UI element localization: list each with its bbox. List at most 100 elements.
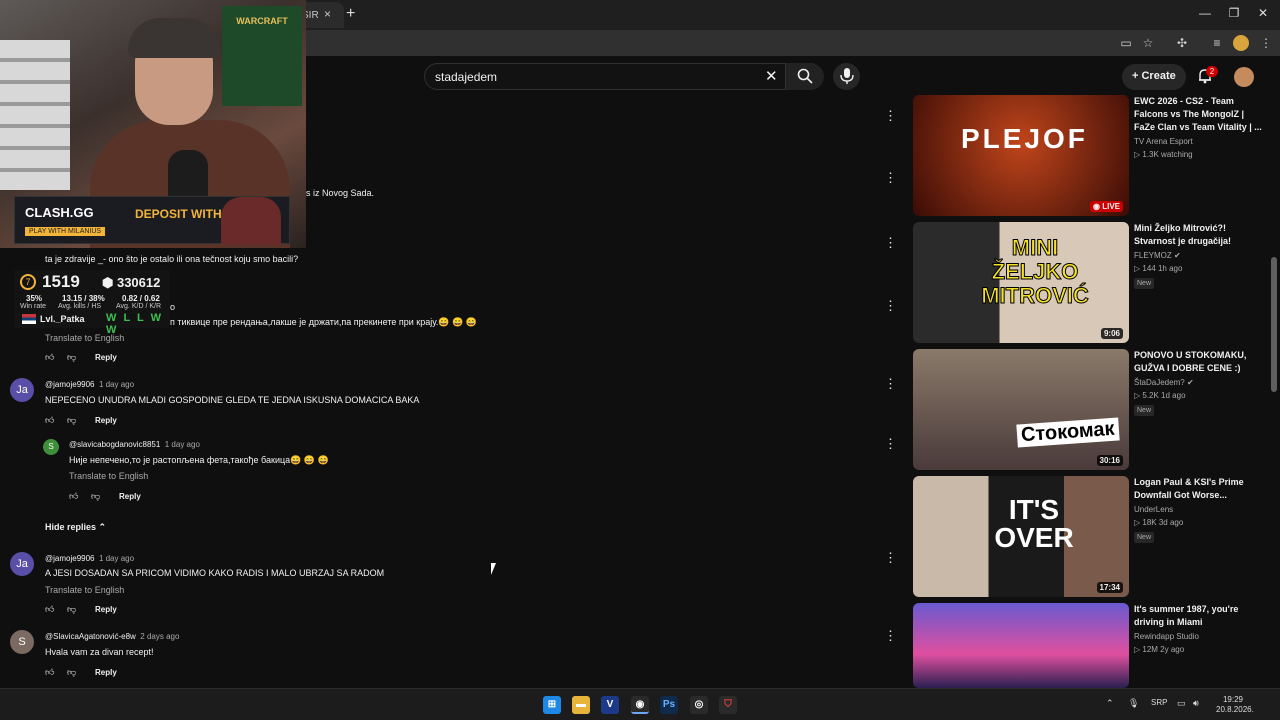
translate-link[interactable]: Translate to English: [69, 471, 148, 481]
language-indicator[interactable]: SRP: [1151, 698, 1167, 707]
tray-chevron-up-icon[interactable]: ⌃: [1106, 698, 1114, 709]
cast-icon[interactable]: ▭: [1118, 35, 1134, 51]
search-button[interactable]: [785, 63, 824, 90]
avatar[interactable]: S: [43, 439, 59, 455]
voice-search-button[interactable]: [833, 63, 860, 90]
shield-app-icon[interactable]: ⛉: [719, 696, 737, 714]
reply-button[interactable]: Reply: [95, 668, 117, 677]
hide-replies-button[interactable]: Hide replies ⌃: [45, 522, 106, 533]
video-title[interactable]: Mini Željko Mitrović?! Stvarnost je drug…: [1134, 222, 1264, 248]
video-thumbnail[interactable]: PLEJOF ◉ LIVE: [913, 95, 1129, 216]
more-options-icon[interactable]: ⋮: [884, 236, 897, 250]
verified-icon: ✔: [1186, 378, 1194, 387]
browser-menu-icon[interactable]: ⋮: [1258, 35, 1274, 51]
profile-icon[interactable]: [1233, 35, 1249, 51]
reply-button[interactable]: Reply: [95, 353, 117, 362]
like-icon[interactable]: 👍︎: [45, 415, 57, 427]
video-channel[interactable]: ŠtaDaJedem? ✔: [1134, 378, 1194, 387]
video-channel[interactable]: Rewindapp Studio: [1134, 632, 1199, 641]
scrollbar-thumb[interactable]: [1271, 257, 1277, 392]
new-tab-button[interactable]: +: [346, 5, 360, 23]
comment-author[interactable]: @SlavicaAgatonović-e8w: [45, 632, 136, 641]
hide-replies-label: Hide replies: [45, 522, 97, 532]
account-avatar[interactable]: [1234, 67, 1254, 87]
translate-link[interactable]: Translate to English: [45, 333, 124, 343]
duration-badge: 30:16: [1096, 455, 1123, 466]
volume-icon[interactable]: 🔊︎: [1193, 698, 1199, 709]
video-stats-value: 18K 3d ago: [1142, 518, 1184, 527]
avatar[interactable]: Ja: [10, 378, 34, 402]
like-icon[interactable]: 👍︎: [45, 352, 57, 364]
comment-time[interactable]: 1 day ago: [165, 440, 200, 449]
comment-time[interactable]: 1 day ago: [99, 380, 134, 389]
more-options-icon[interactable]: ⋮: [884, 171, 897, 185]
obs-icon[interactable]: ◎: [690, 696, 708, 714]
tray-microphone-icon[interactable]: 🎙︎: [1128, 698, 1139, 709]
translate-link[interactable]: Translate to English: [45, 585, 124, 595]
more-options-icon[interactable]: ⋮: [884, 109, 897, 123]
more-options-icon[interactable]: ⋮: [884, 437, 897, 451]
dislike-icon[interactable]: 👎︎: [91, 491, 103, 503]
create-button[interactable]: + Create: [1122, 64, 1186, 90]
dislike-icon[interactable]: 👎︎: [67, 667, 79, 679]
video-channel[interactable]: UnderLens: [1134, 505, 1173, 514]
video-title[interactable]: Logan Paul & KSI's Prime Downfall Got Wo…: [1134, 476, 1264, 502]
like-icon[interactable]: 👍︎: [69, 491, 81, 503]
media-icon[interactable]: ≡: [1209, 35, 1225, 51]
comment-meta: @SlavicaAgatonović-e8w 2 days ago: [45, 632, 179, 641]
search-input[interactable]: stadajedem: [435, 70, 497, 84]
dislike-icon[interactable]: 👎︎: [67, 415, 79, 427]
page-scrollbar[interactable]: [1270, 62, 1278, 687]
video-title[interactable]: EWC 2026 - CS2 - Team Falcons vs The Mon…: [1134, 95, 1264, 134]
stat-value: 13.15 / 38%: [62, 294, 105, 303]
more-options-icon[interactable]: ⋮: [884, 551, 897, 565]
live-badge: ◉ LIVE: [1090, 201, 1123, 212]
comment-time[interactable]: 2 days ago: [140, 632, 179, 641]
new-badge: New: [1134, 278, 1155, 289]
more-options-icon[interactable]: ⋮: [884, 377, 897, 391]
avatar[interactable]: S: [10, 630, 34, 654]
photoshop-icon[interactable]: Ps: [660, 696, 678, 714]
bookmark-star-icon[interactable]: ☆: [1140, 35, 1156, 51]
restore-button[interactable]: ❐: [1225, 6, 1243, 22]
network-icon[interactable]: ▭: [1177, 698, 1186, 709]
minimize-button[interactable]: —: [1196, 6, 1214, 22]
dislike-icon[interactable]: 👎︎: [67, 604, 79, 616]
thumbnail-text: IT'S OVER: [994, 494, 1074, 553]
chrome-icon[interactable]: ◉: [631, 696, 649, 714]
like-icon[interactable]: 👍︎: [45, 604, 57, 616]
reply-button[interactable]: Reply: [95, 416, 117, 425]
like-icon[interactable]: 👍︎: [45, 667, 57, 679]
extensions-icon[interactable]: ✣: [1174, 35, 1190, 51]
close-window-button[interactable]: ✕: [1254, 6, 1272, 22]
banner-character: [221, 197, 281, 245]
comment-text-partial: ta je zdravije _- ono što je ostalo ili …: [45, 254, 299, 264]
video-title[interactable]: PONOVO U STOKOMAKU, GUŽVA I DOBRE CENE :…: [1134, 349, 1264, 375]
video-thumbnail[interactable]: MINI ŽELJKO MITROVIĆ 9:06: [913, 222, 1129, 343]
comment-author[interactable]: @slavicabogdanovic8851: [69, 440, 160, 449]
comment-author[interactable]: @jamoje9906: [45, 380, 94, 389]
video-thumbnail[interactable]: [913, 603, 1129, 688]
more-options-icon[interactable]: ⋮: [884, 629, 897, 643]
more-options-icon[interactable]: ⋮: [884, 299, 897, 313]
v-app-icon[interactable]: V: [601, 696, 619, 714]
tab-close-icon[interactable]: ×: [324, 7, 331, 21]
search-box[interactable]: stadajedem ✕: [424, 63, 824, 90]
clear-search-icon[interactable]: ✕: [765, 67, 778, 85]
banner-deposit: DEPOSIT WITH: [135, 207, 222, 221]
comment-text: Hvala vam za divan recept!: [45, 647, 154, 657]
system-clock[interactable]: 19:29 20.8.2026.: [1216, 695, 1254, 715]
reply-button[interactable]: Reply: [95, 605, 117, 614]
video-thumbnail[interactable]: Стокомак 30:16: [913, 349, 1129, 470]
comment-author[interactable]: @jamoje9906: [45, 554, 94, 563]
windows-start-icon[interactable]: ⊞: [543, 696, 561, 714]
dislike-icon[interactable]: 👎︎: [67, 352, 79, 364]
comment-time[interactable]: 1 day ago: [99, 554, 134, 563]
reply-button[interactable]: Reply: [119, 492, 141, 501]
avatar[interactable]: Ja: [10, 552, 34, 576]
file-explorer-icon[interactable]: ▬: [572, 696, 590, 714]
video-channel[interactable]: FLEYMOZ ✔: [1134, 251, 1181, 260]
video-thumbnail[interactable]: IT'S OVER 17:34: [913, 476, 1129, 597]
video-channel[interactable]: TV Arena Esport: [1134, 137, 1193, 146]
video-title[interactable]: It's summer 1987, you're driving in Miam…: [1134, 603, 1264, 629]
